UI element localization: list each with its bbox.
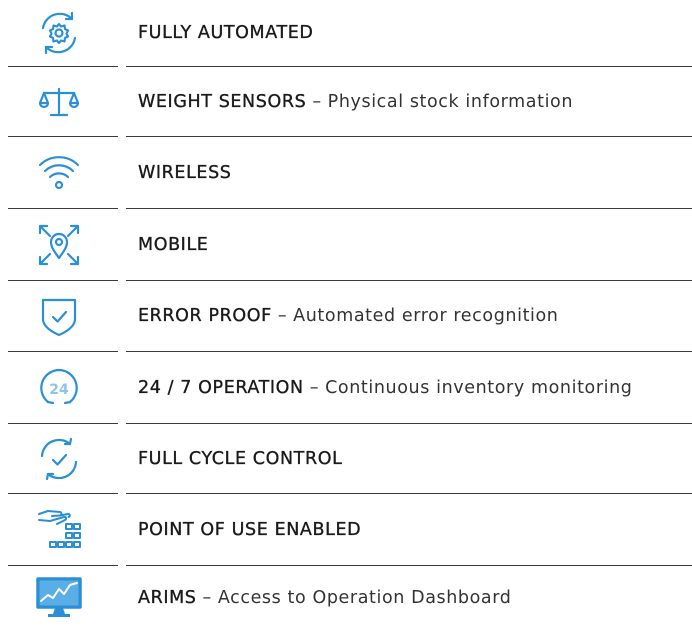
feature-separator: –: [312, 91, 322, 112]
wifi-icon: [0, 137, 118, 208]
feature-row: FULLY AUTOMATED: [0, 0, 692, 66]
feature-title: MOBILE: [138, 234, 209, 255]
feature-row: ERROR PROOF – Automated error recognitio…: [0, 281, 692, 351]
cycle-check-icon: [0, 424, 118, 493]
feature-title: ARIMS: [138, 587, 197, 608]
feature-separator: –: [202, 587, 212, 608]
feature-separator: –: [309, 377, 320, 398]
clock-24-icon: 24: [0, 352, 118, 423]
feature-row: ARIMS – Access to Operation Dashboard: [0, 566, 692, 629]
feature-title: FULL CYCLE CONTROL: [138, 448, 343, 469]
feature-description: Continuous inventory monitoring: [325, 377, 633, 398]
feature-row: WEIGHT SENSORS – Physical stock informat…: [0, 67, 692, 136]
feature-description: Physical stock information: [327, 91, 574, 112]
feature-row: WIRELESS: [0, 137, 692, 208]
feature-title: 24 / 7 OPERATION: [138, 377, 304, 398]
feature-description: Automated error recognition: [293, 306, 559, 326]
feature-row: MOBILE: [0, 209, 692, 280]
feature-title: ERROR PROOF: [138, 306, 272, 326]
feature-title: WIRELESS: [138, 162, 232, 183]
feature-title: WEIGHT SENSORS: [138, 91, 307, 112]
shield-check-icon: [0, 281, 118, 351]
scale-icon: [0, 67, 118, 136]
feature-description: Access to Operation Dashboard: [217, 587, 512, 608]
monitor-chart-icon: [0, 566, 118, 629]
clock-24-label: 24: [49, 382, 69, 398]
gear-cycle-icon: [0, 0, 118, 66]
hand-grid-icon: [0, 494, 118, 565]
feature-row: POINT OF USE ENABLED: [0, 494, 692, 565]
feature-row: 24 24 / 7 OPERATION – Continuous invento…: [0, 352, 692, 423]
feature-row: FULL CYCLE CONTROL: [0, 424, 692, 493]
feature-title: POINT OF USE ENABLED: [138, 519, 362, 540]
feature-separator: –: [277, 306, 288, 326]
feature-title: FULLY AUTOMATED: [138, 23, 314, 43]
location-expand-icon: [0, 209, 118, 280]
